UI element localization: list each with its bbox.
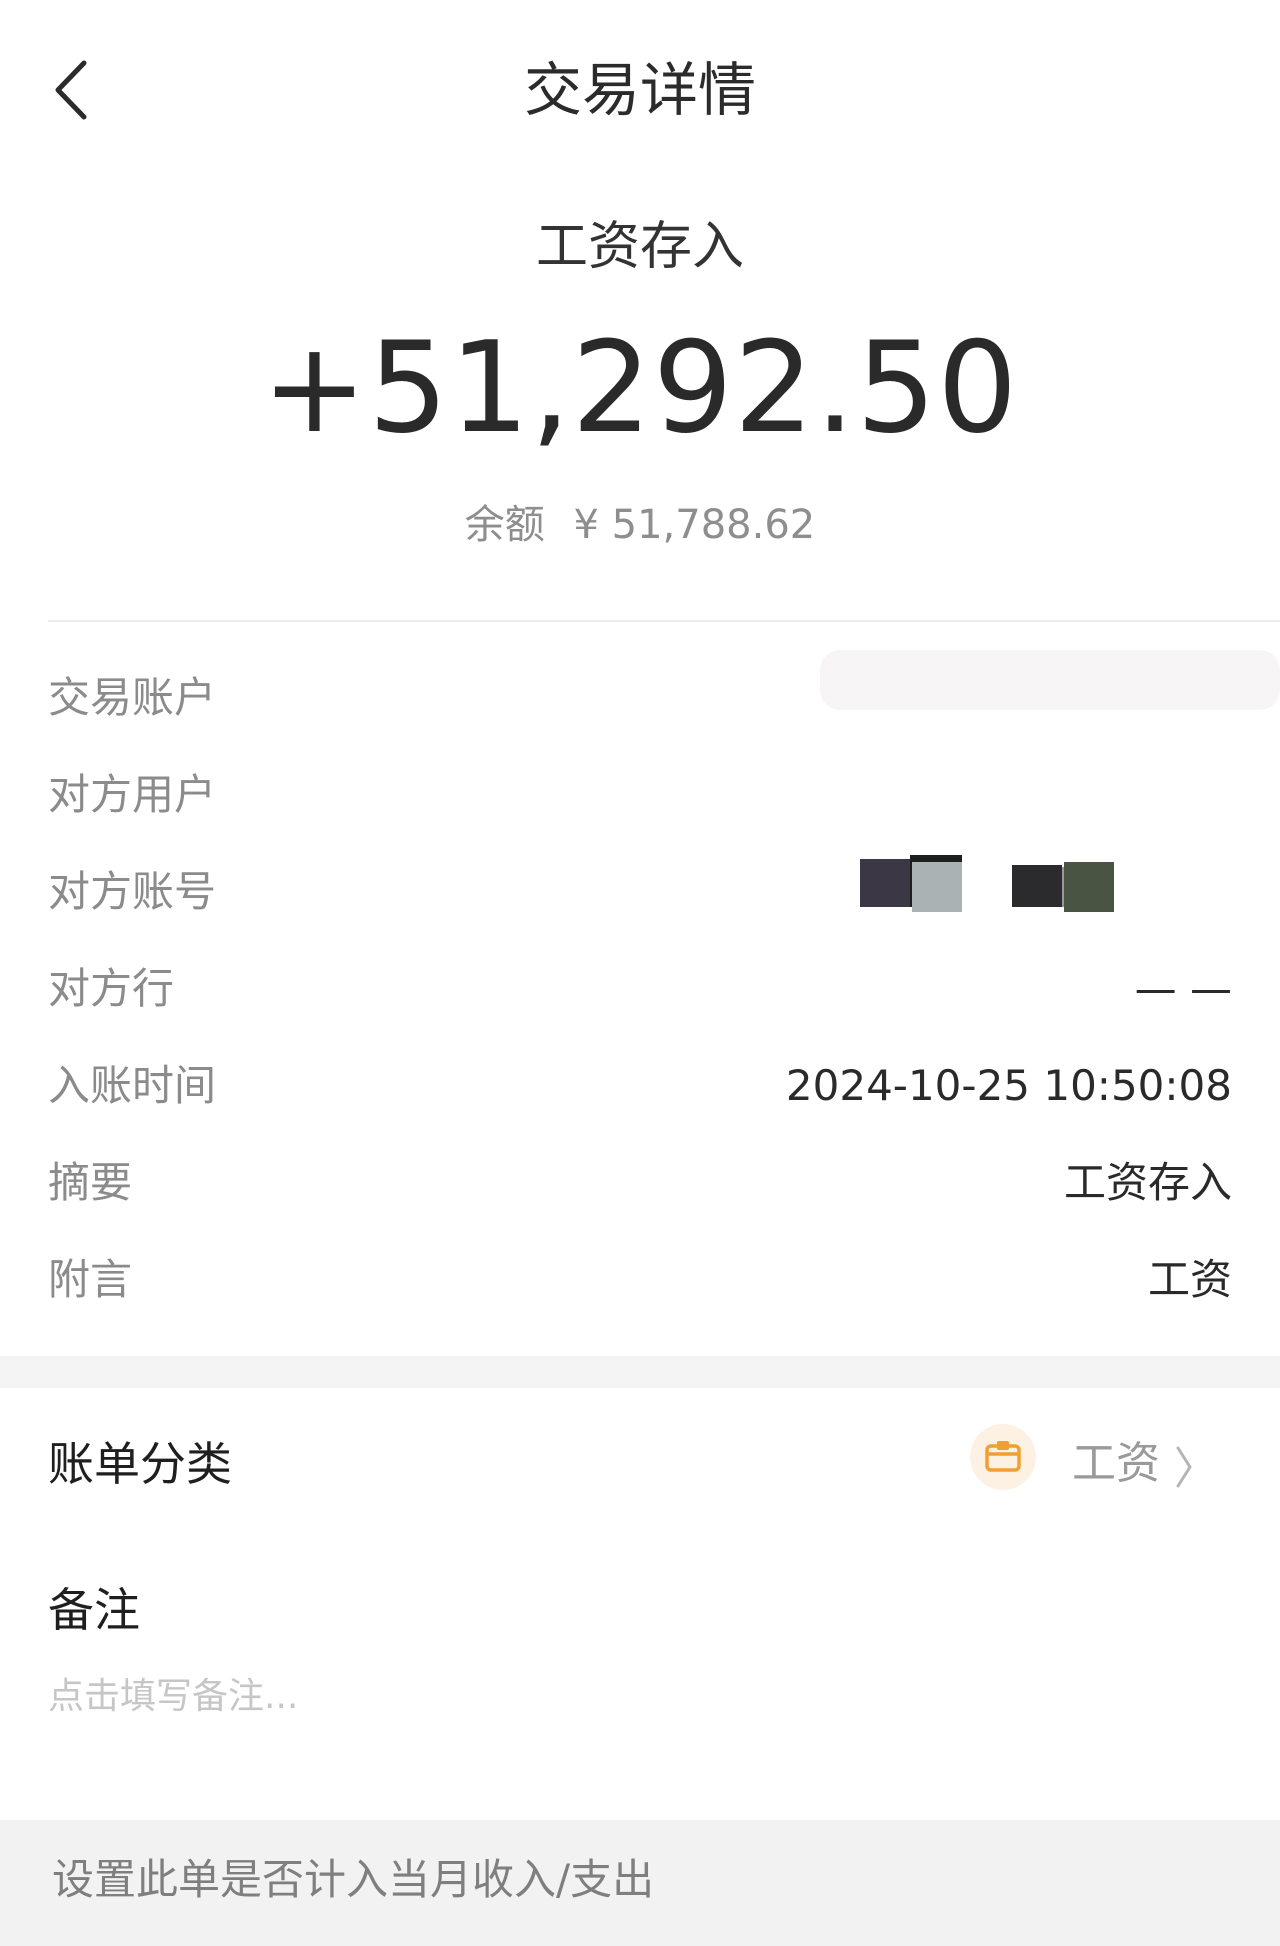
detail-value: 工资 [1147, 1255, 1232, 1304]
detail-row-bank: 对方行 — — [0, 941, 1280, 1038]
divider [48, 620, 1280, 622]
wallet-icon [970, 1424, 1036, 1490]
detail-label: 对方用户 [48, 770, 217, 819]
note-title: 备注 [48, 1583, 140, 1637]
redaction-block [912, 862, 962, 912]
bill-category-row[interactable]: 账单分类 工资 [0, 1400, 1280, 1530]
redaction-block [1064, 862, 1114, 912]
detail-row-postscript: 附言 工资 [0, 1232, 1280, 1329]
detail-value: — — [1134, 964, 1232, 1013]
category-value: 工资 [1072, 1438, 1160, 1489]
balance-value: ¥ 51,788.62 [573, 502, 816, 548]
section-separator [0, 1356, 1280, 1388]
transaction-type: 工资存入 [535, 217, 744, 277]
detail-row-counterparty: 对方用户 [0, 747, 1280, 907]
detail-label: 交易账户 [48, 673, 217, 722]
detail-label: 摘要 [48, 1158, 133, 1207]
balance-label: 余额 [464, 502, 545, 548]
detail-row-summary: 摘要 工资存入 [0, 1135, 1280, 1232]
page-title: 交易详情 [523, 56, 756, 124]
transaction-amount: +51,292.50 [261, 314, 1019, 461]
detail-list: 交易账户 对方用户 对方账号 对方行 — — 入账时间 2024-10-25 1… [0, 650, 1280, 1329]
detail-label: 附言 [48, 1255, 133, 1304]
header: 交易详情 [0, 0, 1280, 180]
chevron-right-icon [1176, 1446, 1192, 1488]
category-label: 账单分类 [48, 1437, 232, 1491]
detail-value: 工资存入 [1063, 1158, 1232, 1207]
detail-row-account: 交易账户 [0, 650, 1280, 747]
detail-label: 对方账号 [48, 867, 217, 916]
detail-label: 对方行 [48, 964, 175, 1013]
footer-text: 设置此单是否计入当月收入/支出 [52, 1855, 655, 1904]
detail-row-counterparty-number: 对方账号 [0, 844, 1280, 941]
detail-value: 2024-10-25 10:50:08 [785, 1061, 1232, 1110]
detail-label: 入账时间 [48, 1061, 217, 1110]
redaction-blur [820, 650, 1280, 710]
income-expense-setting-bar[interactable]: 设置此单是否计入当月收入/支出 [0, 1820, 1280, 1946]
note-input[interactable] [48, 1672, 1228, 1722]
detail-row-time: 入账时间 2024-10-25 10:50:08 [0, 1038, 1280, 1135]
balance-row: 余额 ¥ 51,788.62 [0, 500, 1280, 550]
